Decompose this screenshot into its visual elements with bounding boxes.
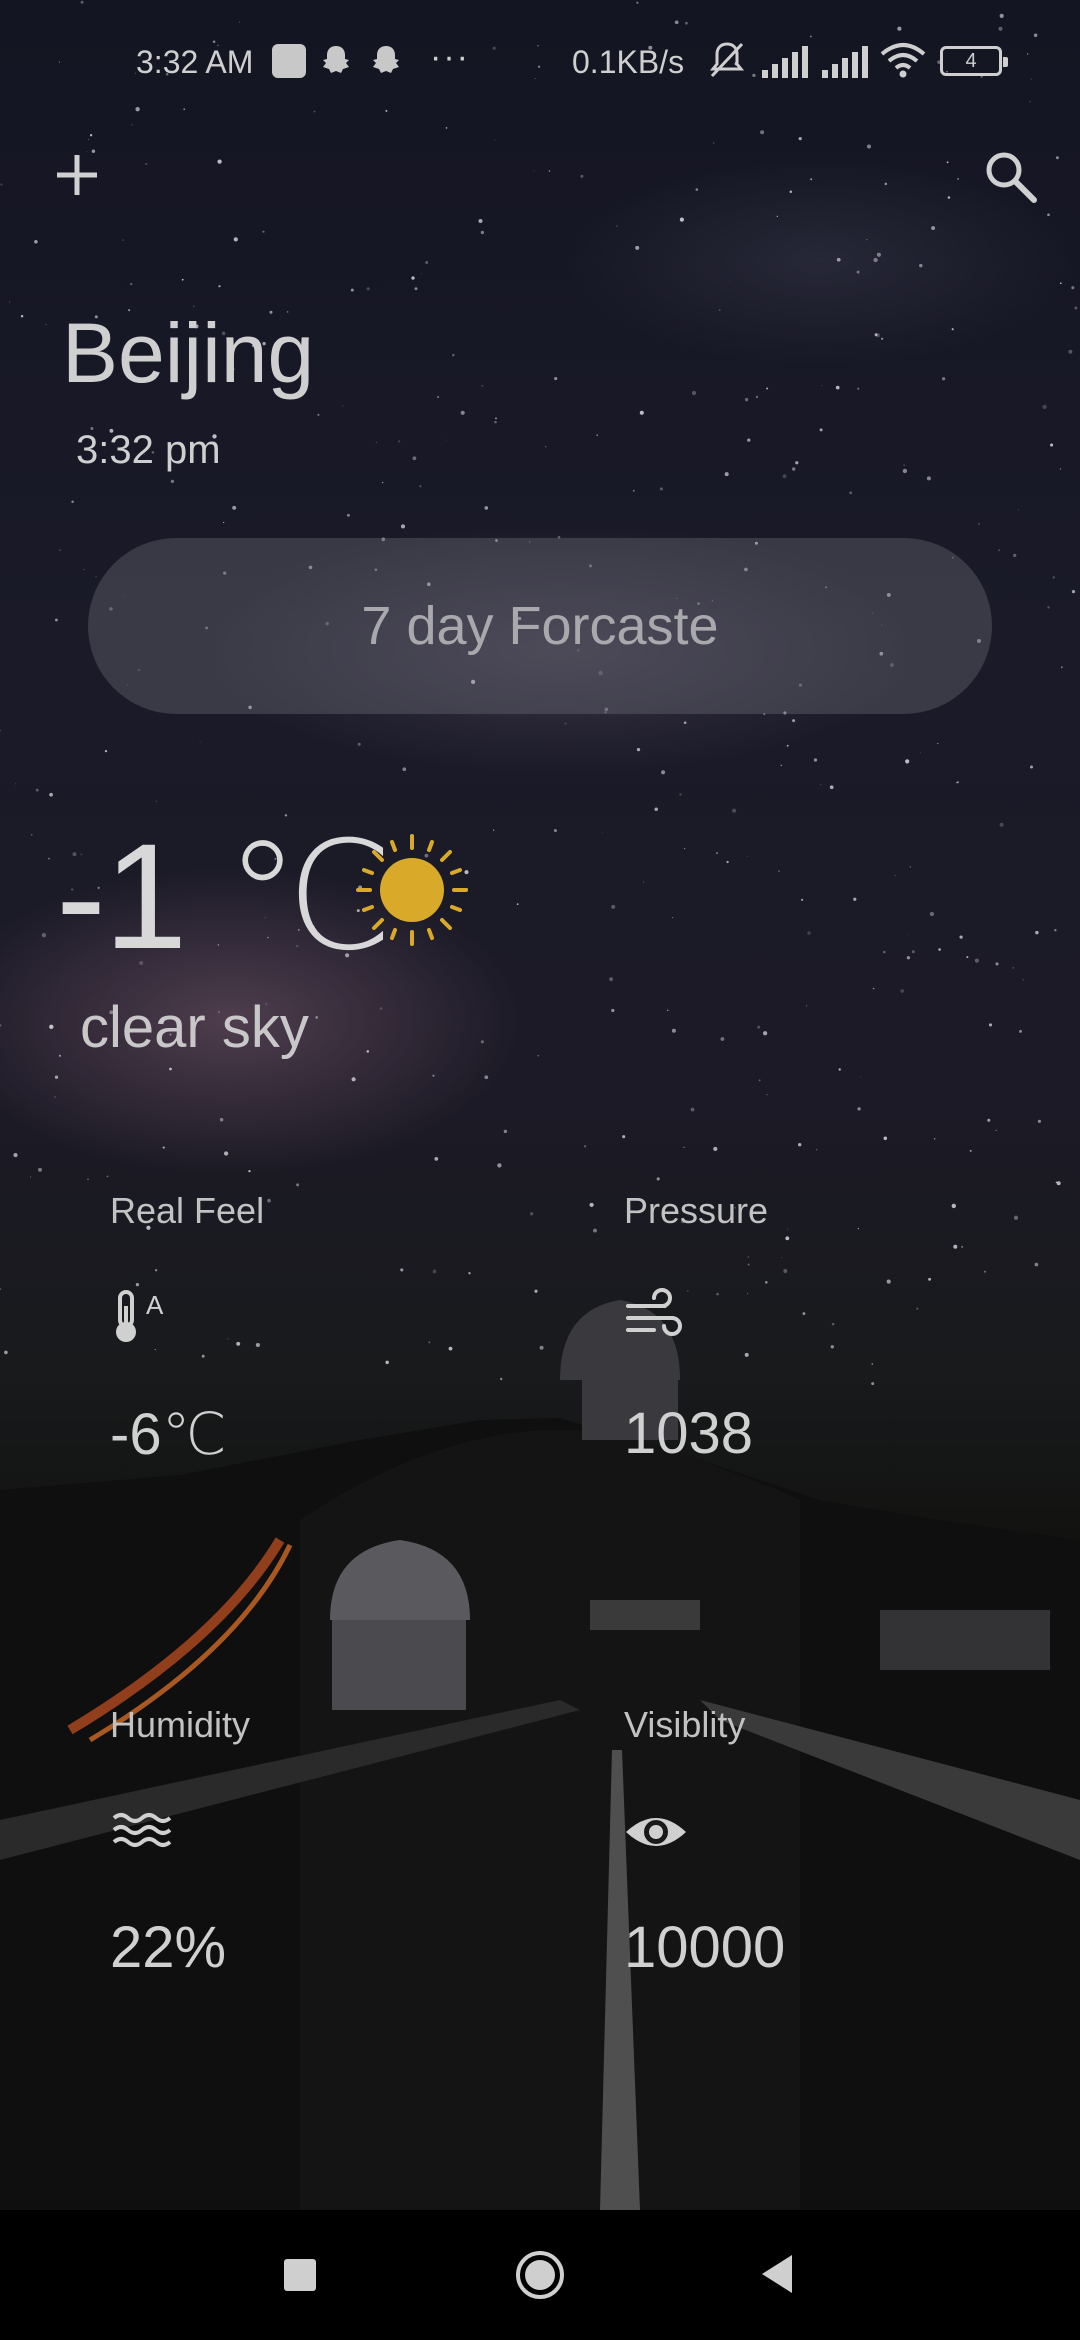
visibility-label: Visiblity	[624, 1704, 746, 1745]
notification-square-icon	[272, 44, 306, 78]
svg-text:A: A	[146, 1290, 164, 1320]
real-feel-value: -6℃	[110, 1402, 227, 1467]
current-temperature: -1 ℃	[56, 812, 394, 980]
wind-icon	[626, 1288, 682, 1336]
eye-icon	[626, 1818, 686, 1846]
more-notifications-dots: ···	[430, 38, 470, 76]
signal-icon	[822, 46, 868, 78]
visibility-value: 10000	[624, 1915, 786, 1980]
pressure-value: 1038	[624, 1401, 754, 1466]
seven-day-forecast-button[interactable]: 7 day Forcaste	[88, 538, 992, 714]
home-icon[interactable]	[514, 2249, 566, 2301]
search-icon	[986, 152, 1037, 203]
thermometer-icon: A	[116, 1290, 164, 1342]
real-feel-label: Real Feel	[110, 1190, 265, 1231]
recent-apps-icon[interactable]	[284, 2259, 316, 2291]
pressure-label: Pressure	[624, 1190, 769, 1231]
humidity-value: 22%	[110, 1915, 227, 1980]
city-name: Beijing	[62, 306, 315, 400]
status-bar: 3:32 AM ··· 0.1KB/s 4	[0, 0, 1080, 124]
battery-icon: 4	[940, 46, 1008, 76]
signal-icon	[762, 46, 808, 78]
back-icon[interactable]	[758, 2253, 796, 2295]
status-time: 3:32 AM	[136, 44, 254, 80]
local-time: 3:32 pm	[76, 428, 221, 472]
sun-icon	[356, 834, 468, 946]
forecast-button-label: 7 day Forcaste	[361, 596, 719, 656]
weather-description: clear sky	[80, 995, 309, 1060]
search-button[interactable]	[982, 148, 1038, 204]
network-speed: 0.1KB/s	[572, 44, 685, 80]
snapchat-icon	[373, 46, 399, 73]
mute-icon	[709, 42, 745, 78]
snapchat-icon	[323, 46, 349, 73]
humidity-waves-icon	[112, 1813, 172, 1847]
humidity-label: Humidity	[110, 1704, 251, 1745]
add-location-button[interactable]	[52, 150, 102, 200]
wifi-icon	[880, 43, 926, 78]
plus-icon	[57, 155, 97, 195]
